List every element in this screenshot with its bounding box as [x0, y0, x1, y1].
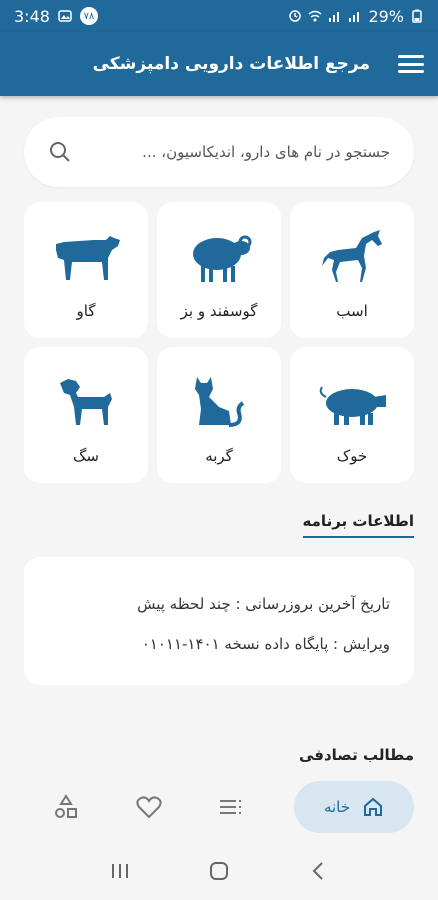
home-icon: [364, 797, 382, 816]
cow-icon: [56, 236, 120, 280]
search-icon[interactable]: [48, 140, 72, 164]
wifi-icon: [308, 10, 322, 22]
animal-label: گاو: [76, 302, 96, 320]
back-icon[interactable]: [305, 858, 331, 884]
app-info-title: اطلاعات برنامه: [302, 512, 414, 538]
system-nav: [0, 842, 438, 900]
alarm-icon: [289, 10, 302, 22]
app-bar: مرجع اطلاعات دارویی دامپزشکی: [0, 32, 438, 96]
home-system-icon[interactable]: [206, 858, 232, 884]
hamburger-icon[interactable]: [398, 52, 424, 76]
battery-icon: [412, 9, 422, 23]
nav-home-button[interactable]: خانه: [293, 781, 414, 833]
last-update-text: تاریخ آخرین بروزرسانی : چند لحظه پیش: [137, 595, 390, 613]
animal-card-cat[interactable]: گربه: [157, 347, 281, 483]
shapes-icon[interactable]: [46, 787, 86, 827]
cat-icon: [195, 377, 245, 427]
app-title: مرجع اطلاعات دارویی دامپزشکی: [92, 54, 370, 74]
animal-card-dog[interactable]: سگ: [24, 347, 148, 483]
animal-grid: اسب گوسفند و بز گاو خوک گربه سگ: [24, 202, 414, 483]
animal-label: گربه: [205, 447, 233, 465]
animal-label: سگ: [73, 447, 99, 465]
animal-card-pig[interactable]: خوک: [290, 347, 414, 483]
dog-icon: [60, 379, 112, 425]
list-icon[interactable]: [211, 787, 251, 827]
animal-card-sheep[interactable]: گوسفند و بز: [157, 202, 281, 338]
animal-label: خوک: [336, 447, 368, 465]
image-icon: [58, 10, 72, 22]
sheep-icon: [193, 235, 252, 282]
nav-home-label: خانه: [323, 798, 350, 816]
status-time: 3:48: [14, 6, 50, 26]
signal-icon: [329, 12, 340, 22]
app-info-card: تاریخ آخرین بروزرسانی : چند لحظه پیش ویر…: [24, 557, 414, 685]
animal-card-horse[interactable]: اسب: [290, 202, 414, 338]
bottom-nav: خانه: [0, 776, 438, 838]
animal-label: گوسفند و بز: [180, 302, 258, 320]
status-right: 29%: [288, 7, 424, 26]
random-articles-title: مطالب تصادفی: [298, 746, 414, 764]
status-left: 3:48 ۷۸: [14, 7, 98, 26]
animal-card-cow[interactable]: گاو: [24, 202, 148, 338]
search-bar: [24, 117, 414, 187]
version-text: ویرایش : پایگاه داده نسخه ۱۴۰۱-۰۱۰۱۱: [141, 635, 390, 653]
recent-apps-icon[interactable]: [107, 858, 133, 884]
heart-icon[interactable]: [129, 787, 169, 827]
notification-badge: ۷۸: [79, 7, 98, 25]
signal-icon-2: [349, 12, 360, 22]
search-input[interactable]: [92, 143, 390, 161]
status-bar: 3:48 ۷۸ 29%: [0, 0, 438, 32]
animal-label: اسب: [336, 302, 368, 320]
horse-icon: [322, 230, 382, 282]
battery-percent: 29%: [368, 6, 404, 26]
pig-icon: [319, 386, 386, 425]
